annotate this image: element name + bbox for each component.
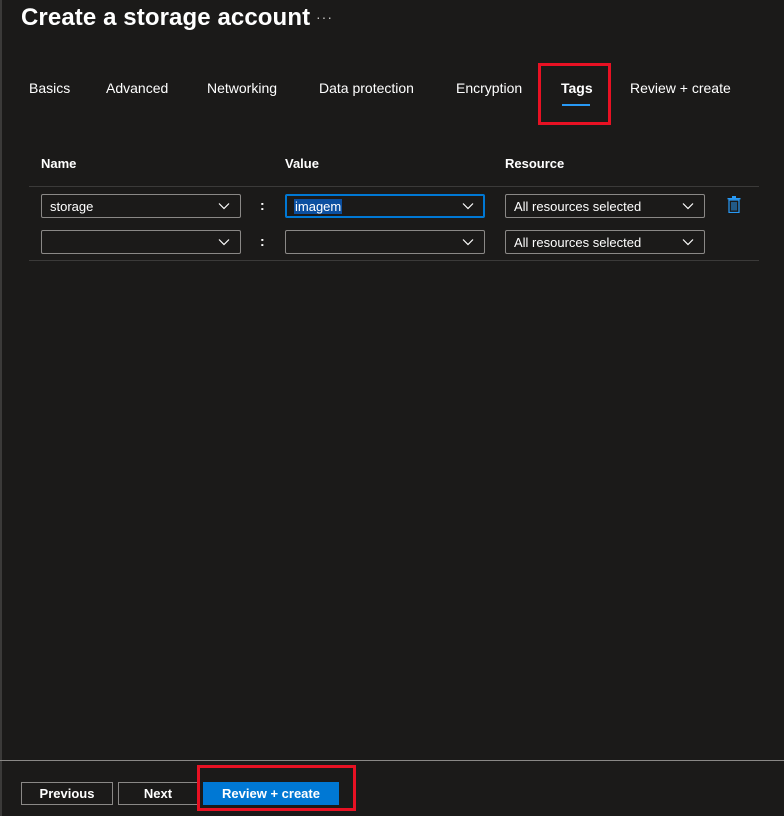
tag-resource-value: All resources selected <box>514 199 642 214</box>
previous-button[interactable]: Previous <box>21 782 113 805</box>
tag-name-dropdown[interactable] <box>41 230 241 254</box>
tab-basics[interactable]: Basics <box>29 80 70 96</box>
resource-column-header: Resource <box>505 156 565 171</box>
name-value-separator: : <box>260 197 265 213</box>
tab-review-create[interactable]: Review + create <box>630 80 731 96</box>
tab-advanced[interactable]: Advanced <box>106 80 168 96</box>
active-tab-indicator <box>562 104 590 106</box>
storage-account-blade: Create a storage account ··· Basics Adva… <box>0 0 784 816</box>
tag-resource-dropdown[interactable]: All resources selected <box>505 230 705 254</box>
tab-encryption[interactable]: Encryption <box>456 80 522 96</box>
chevron-down-icon <box>682 239 694 246</box>
tag-name-value: storage <box>50 199 94 214</box>
tab-tags[interactable]: Tags <box>561 80 593 96</box>
value-column-header: Value <box>285 156 319 171</box>
tag-value-dropdown[interactable] <box>285 230 485 254</box>
tag-value-text: imagem <box>294 199 343 214</box>
trash-icon[interactable] <box>727 196 741 213</box>
chevron-down-icon <box>462 239 474 246</box>
review-create-button[interactable]: Review + create <box>203 782 339 805</box>
blade-left-border <box>0 0 2 816</box>
chevron-down-icon <box>682 203 694 210</box>
chevron-down-icon <box>462 203 474 210</box>
tag-resource-dropdown[interactable]: All resources selected <box>505 194 705 218</box>
tab-networking[interactable]: Networking <box>207 80 277 96</box>
name-value-separator: : <box>260 233 265 249</box>
next-button[interactable]: Next <box>118 782 198 805</box>
footer-divider <box>0 760 784 761</box>
tag-value-dropdown[interactable]: imagem <box>285 194 485 218</box>
tag-resource-value: All resources selected <box>514 235 642 250</box>
table-row-divider <box>29 186 759 187</box>
chevron-down-icon <box>218 239 230 246</box>
tab-data-protection[interactable]: Data protection <box>319 80 414 96</box>
name-column-header: Name <box>41 156 77 171</box>
more-options-button[interactable]: ··· <box>316 9 333 25</box>
chevron-down-icon <box>218 203 230 210</box>
page-title: Create a storage account <box>21 4 311 31</box>
tag-name-dropdown[interactable]: storage <box>41 194 241 218</box>
table-row-divider <box>29 260 759 261</box>
